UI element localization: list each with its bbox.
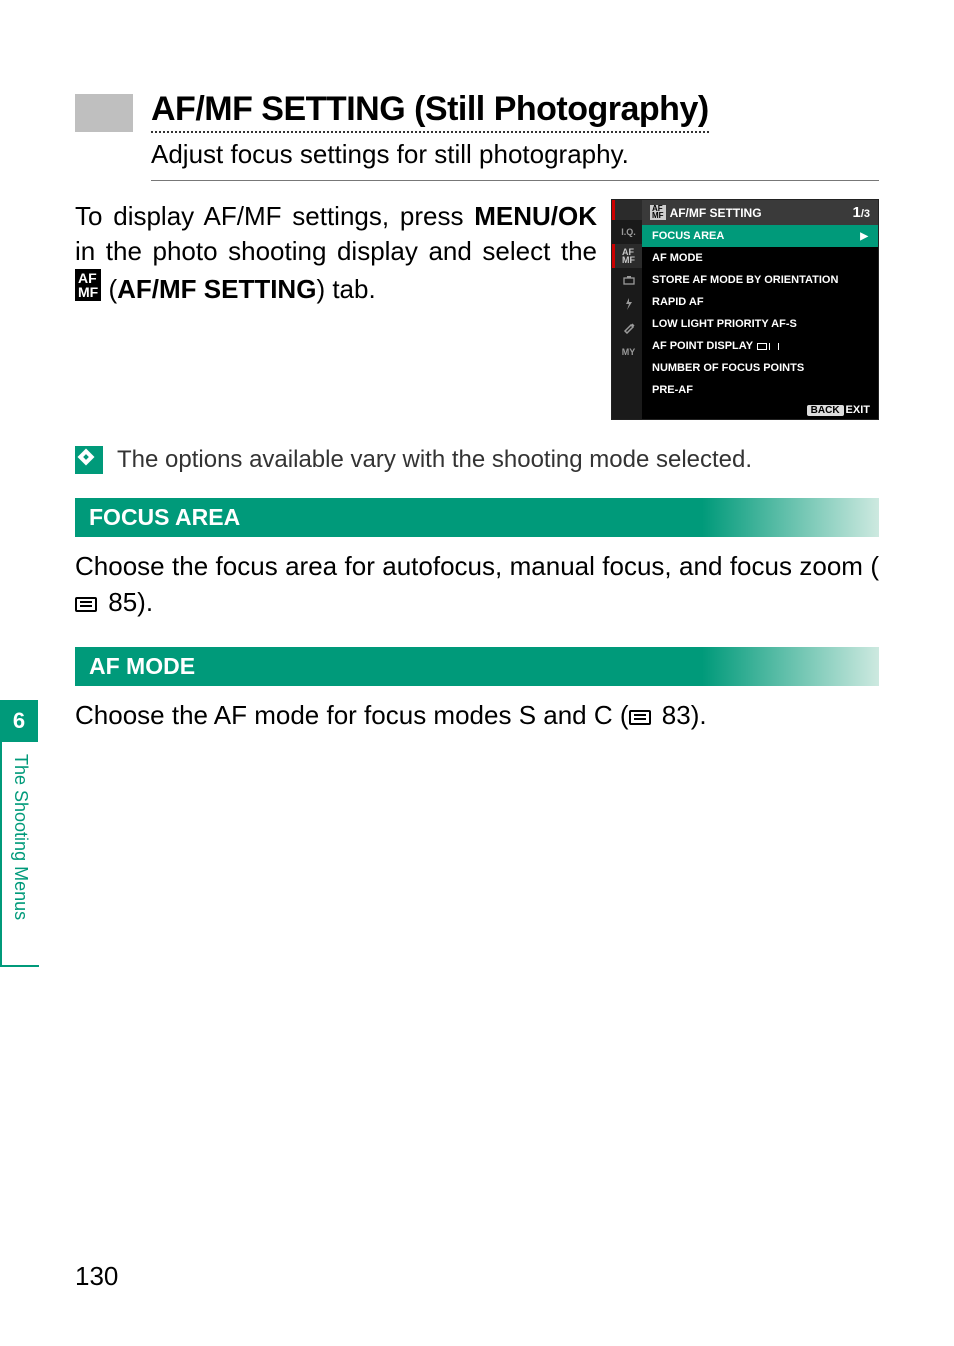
heading-marker <box>75 94 133 132</box>
cam-item-focus-area: FOCUS AREA▶ <box>642 225 878 247</box>
cam-tab-iq: I.Q. <box>612 220 642 244</box>
section-body-focus-area: Choose the focus area for autofocus, man… <box>75 549 879 621</box>
menu-ok-label: MENU/OK <box>474 201 597 231</box>
cam-item-af-mode: AF MODE <box>642 247 878 269</box>
camera-menu-tabs: I.Q. AF MF MY <box>612 200 642 419</box>
intro-part3: ( <box>101 274 117 304</box>
afmf-icon: AFMF <box>75 269 101 301</box>
note-row: The options available vary with the shoo… <box>75 446 879 474</box>
camera-header-title: AF/MF SETTING <box>670 206 762 220</box>
page-title: AF/MF SETTING (Still Photography) <box>151 90 709 133</box>
heading-row: AF/MF SETTING (Still Photography) <box>75 90 879 133</box>
intro-part1: To display AF/MF settings, press <box>75 201 474 231</box>
chevron-right-icon: ▶ <box>860 231 868 242</box>
cam-item-pre-af: PRE-AF <box>642 379 878 401</box>
cam-tab-setup <box>612 316 642 340</box>
camera-menu-header: AF MF AF/MF SETTING 1/3 <box>642 200 878 225</box>
cam-tab-my: MY <box>612 340 642 364</box>
grid-icon <box>757 343 767 350</box>
cam-item-rapid-af: RAPID AF <box>642 291 878 313</box>
page-ref-icon <box>629 710 651 725</box>
cam-tab-afmf: AF MF <box>612 244 642 268</box>
section-bar-af-mode: AF MODE <box>75 647 879 686</box>
intro-part2: in the photo shooting display and select… <box>75 236 597 266</box>
mode-s: S <box>519 700 536 730</box>
cam-tab-flash <box>612 292 642 316</box>
exit-label: EXIT <box>846 404 870 416</box>
camera-header-icon: AF MF <box>650 205 666 220</box>
chapter-tab: 6 The Shooting Menus <box>0 700 38 967</box>
tab-label: AF/MF SETTING <box>117 274 316 304</box>
page-number: 130 <box>75 1261 118 1292</box>
page-ref-icon <box>75 597 97 612</box>
cam-item-af-point-display: AF POINT DISPLAY <box>642 335 878 357</box>
cam-item-store-orientation: STORE AF MODE BY ORIENTATION <box>642 269 878 291</box>
section-body-af-mode: Choose the AF mode for focus modes S and… <box>75 698 879 734</box>
intro-paragraph: To display AF/MF settings, press MENU/OK… <box>75 199 597 307</box>
cam-item-low-light: LOW LIGHT PRIORITY AF-S <box>642 313 878 335</box>
note-text: The options available vary with the shoo… <box>117 446 752 474</box>
camera-menu-footer: BACKEXIT <box>642 401 878 419</box>
camera-menu-screenshot: I.Q. AF MF MY AF MF AF/MF SETTING 1/3 FO… <box>611 199 879 420</box>
chapter-label: The Shooting Menus <box>0 742 39 967</box>
mode-c: C <box>594 700 613 730</box>
intro-part4: ) tab. <box>316 274 375 304</box>
back-label: BACK <box>807 405 844 416</box>
section-bar-focus-area: FOCUS AREA <box>75 498 879 537</box>
page-subtitle: Adjust focus settings for still photogra… <box>151 139 879 181</box>
bracket-icon <box>769 343 779 350</box>
cam-tab-shoot <box>612 268 642 292</box>
note-icon <box>75 446 103 474</box>
chapter-number: 6 <box>0 700 38 742</box>
cam-item-focus-points: NUMBER OF FOCUS POINTS <box>642 357 878 379</box>
camera-page-indicator: 1/3 <box>852 204 870 221</box>
